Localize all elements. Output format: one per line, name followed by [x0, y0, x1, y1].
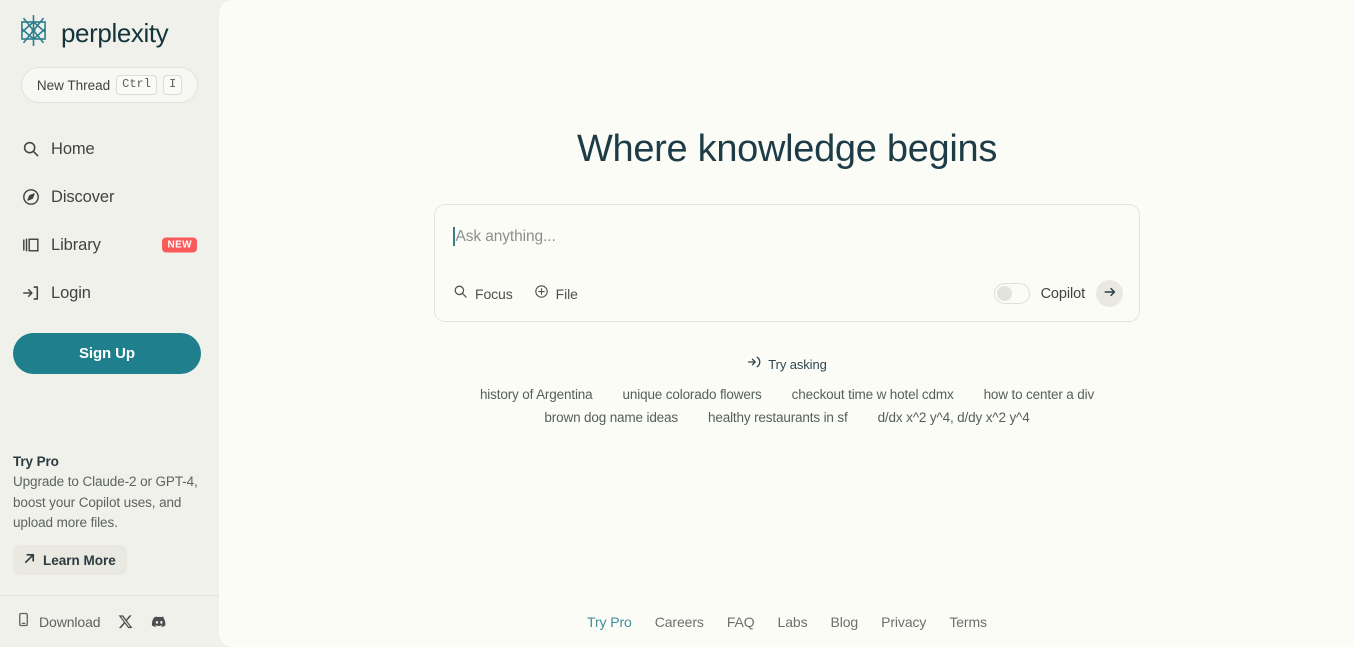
- submit-button[interactable]: [1096, 280, 1123, 307]
- search-icon: [453, 284, 468, 304]
- ask-toolbar: Focus File Copilot: [453, 280, 1123, 307]
- sidebar-item-discover[interactable]: Discover: [0, 173, 219, 221]
- suggestion-item[interactable]: unique colorado flowers: [623, 387, 762, 402]
- footer-link-blog[interactable]: Blog: [831, 614, 859, 630]
- footer-link-privacy[interactable]: Privacy: [881, 614, 926, 630]
- learn-more-button[interactable]: Learn More: [13, 545, 127, 575]
- search-icon: [22, 140, 40, 158]
- search-input[interactable]: Ask anything...: [453, 227, 1119, 246]
- new-thread-key-letter: I: [162, 75, 183, 95]
- footer-link-try-pro[interactable]: Try Pro: [587, 614, 632, 630]
- suggestion-row: brown dog name ideas healthy restaurants…: [219, 410, 1355, 425]
- arrow-into-bracket-icon: [747, 355, 761, 374]
- try-pro-promo: Try Pro Upgrade to Claude-2 or GPT-4, bo…: [0, 454, 219, 575]
- compass-icon: [22, 188, 40, 206]
- app-root: perplexity New Thread Ctrl I Home Discov…: [0, 0, 1355, 647]
- plus-circle-icon: [534, 284, 549, 304]
- arrow-up-right-icon: [23, 552, 36, 568]
- search-input-placeholder: Ask anything...: [455, 227, 556, 245]
- try-pro-title: Try Pro: [13, 454, 59, 470]
- try-asking-label: Try asking: [768, 357, 827, 372]
- ask-toolbar-right: Copilot: [993, 280, 1123, 307]
- footer-link-faq[interactable]: FAQ: [727, 614, 755, 630]
- sidebar: perplexity New Thread Ctrl I Home Discov…: [0, 0, 219, 647]
- new-thread-key-ctrl: Ctrl: [116, 75, 157, 95]
- text-caret: [453, 227, 455, 246]
- footer-link-labs[interactable]: Labs: [778, 614, 808, 630]
- try-asking-header: Try asking: [219, 355, 1355, 374]
- footer-link-terms[interactable]: Terms: [949, 614, 987, 630]
- copilot-toggle[interactable]: [993, 283, 1030, 304]
- file-label: File: [555, 285, 578, 302]
- try-pro-description: Upgrade to Claude-2 or GPT-4, boost your…: [13, 474, 198, 531]
- sidebar-item-discover-label: Discover: [51, 187, 115, 206]
- suggestion-item[interactable]: checkout time w hotel cdmx: [792, 387, 954, 402]
- x-twitter-icon[interactable]: [118, 614, 133, 629]
- suggestion-item[interactable]: d/dx x^2 y^4, d/dy x^2 y^4: [878, 410, 1030, 425]
- ask-anything-box[interactable]: Ask anything... Focus File Copilot: [434, 204, 1140, 322]
- download-label: Download: [39, 613, 101, 630]
- sign-up-button[interactable]: Sign Up: [13, 333, 201, 374]
- suggestion-item[interactable]: healthy restaurants in sf: [708, 410, 848, 425]
- phone-icon: [16, 612, 31, 632]
- sidebar-item-library[interactable]: Library NEW: [0, 221, 219, 269]
- main-panel: Where knowledge begins Ask anything... F…: [219, 0, 1355, 647]
- learn-more-label: Learn More: [43, 552, 116, 568]
- copilot-label: Copilot: [1040, 285, 1086, 302]
- sidebar-item-home-label: Home: [51, 139, 95, 158]
- library-icon: [22, 236, 40, 254]
- sidebar-item-login[interactable]: Login: [0, 269, 219, 317]
- download-button[interactable]: Download: [16, 612, 101, 632]
- sidebar-item-library-label: Library: [51, 235, 101, 254]
- suggestion-item[interactable]: history of Argentina: [480, 387, 593, 402]
- new-thread-button[interactable]: New Thread Ctrl I: [21, 67, 198, 103]
- discord-icon[interactable]: [151, 613, 168, 630]
- suggestion-list: history of Argentina unique colorado flo…: [219, 387, 1355, 425]
- footer-link-careers[interactable]: Careers: [655, 614, 704, 630]
- focus-button[interactable]: Focus: [453, 284, 513, 304]
- sidebar-item-login-label: Login: [51, 283, 91, 302]
- sidebar-item-home[interactable]: Home: [0, 125, 219, 173]
- suggestion-row: history of Argentina unique colorado flo…: [219, 387, 1355, 402]
- suggestion-item[interactable]: how to center a div: [984, 387, 1095, 402]
- arrow-right-icon: [1103, 285, 1117, 302]
- new-thread-label: New Thread: [36, 77, 111, 93]
- copilot-toggle-knob: [996, 286, 1012, 301]
- page-title: Where knowledge begins: [576, 128, 998, 170]
- brand-logo[interactable]: perplexity: [0, 0, 219, 52]
- suggestion-item[interactable]: brown dog name ideas: [544, 410, 678, 425]
- sidebar-nav: Home Discover Library NEW Login: [0, 125, 219, 317]
- library-new-badge: NEW: [162, 237, 197, 253]
- brand-name: perplexity: [61, 18, 169, 48]
- footer-links: Try Pro Careers FAQ Labs Blog Privacy Te…: [219, 614, 1355, 630]
- login-icon: [22, 284, 40, 302]
- perplexity-star-logo-icon: [15, 12, 52, 54]
- sidebar-footer: Download: [0, 595, 219, 647]
- focus-label: Focus: [475, 285, 513, 302]
- file-button[interactable]: File: [534, 284, 578, 304]
